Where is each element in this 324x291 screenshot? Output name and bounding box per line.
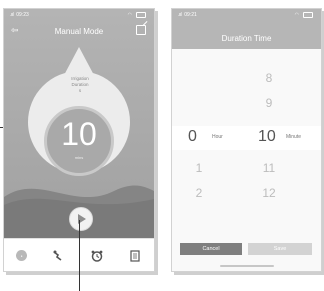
home-icon[interactable]: ●	[16, 250, 28, 261]
callout-line-play	[79, 220, 80, 291]
valve-icon[interactable]	[51, 249, 65, 263]
wifi-icon: ◠	[127, 12, 132, 18]
duration-time-screen: .ııl 09:21 ◠ Duration Time 8 9 0 Hour 10…	[171, 8, 322, 272]
hour-selected[interactable]: 0	[188, 128, 197, 146]
hour-option[interactable]: 2	[184, 186, 214, 200]
mode-label-line-3: s	[78, 88, 82, 93]
signal-icon: .ııl	[10, 12, 14, 18]
title-bar: ⇦ Manual Mode	[4, 23, 154, 39]
status-time: 09:21	[184, 12, 197, 18]
alarm-clock-icon[interactable]	[90, 249, 104, 263]
status-time: 09:23	[16, 12, 29, 18]
battery-icon	[303, 12, 313, 18]
page-title: Duration Time	[221, 34, 272, 43]
save-button[interactable]: Save	[248, 243, 312, 255]
minute-label: Minute	[286, 134, 302, 140]
timer-value: 10	[61, 116, 97, 152]
hour-label: Hour	[212, 134, 223, 140]
cancel-button[interactable]: Cancel	[180, 243, 242, 255]
timer-unit: mins	[74, 155, 84, 160]
back-icon[interactable]: ⇦	[11, 25, 19, 36]
home-indicator	[220, 265, 274, 267]
play-button[interactable]	[69, 207, 93, 231]
status-bar: .ııl 09:21 ◠	[172, 9, 321, 21]
status-bar: .ııl 09:23 ◠	[4, 9, 154, 21]
minute-option[interactable]: 9	[254, 96, 284, 110]
signal-icon: .ııl	[178, 12, 182, 18]
minute-option[interactable]: 11	[254, 161, 284, 175]
battery-icon	[136, 12, 146, 18]
log-icon[interactable]	[128, 249, 142, 263]
minute-option[interactable]: 8	[254, 71, 284, 85]
mode-label: Irrigation Duration s	[62, 76, 98, 94]
edit-icon[interactable]	[136, 25, 146, 35]
minute-selected[interactable]: 10	[258, 128, 276, 146]
wifi-icon: ◠	[294, 12, 299, 18]
hour-option[interactable]: 1	[184, 161, 214, 175]
minute-option[interactable]: 12	[254, 186, 284, 200]
page-title: Manual Mode	[54, 26, 104, 36]
picker-area	[172, 49, 321, 271]
